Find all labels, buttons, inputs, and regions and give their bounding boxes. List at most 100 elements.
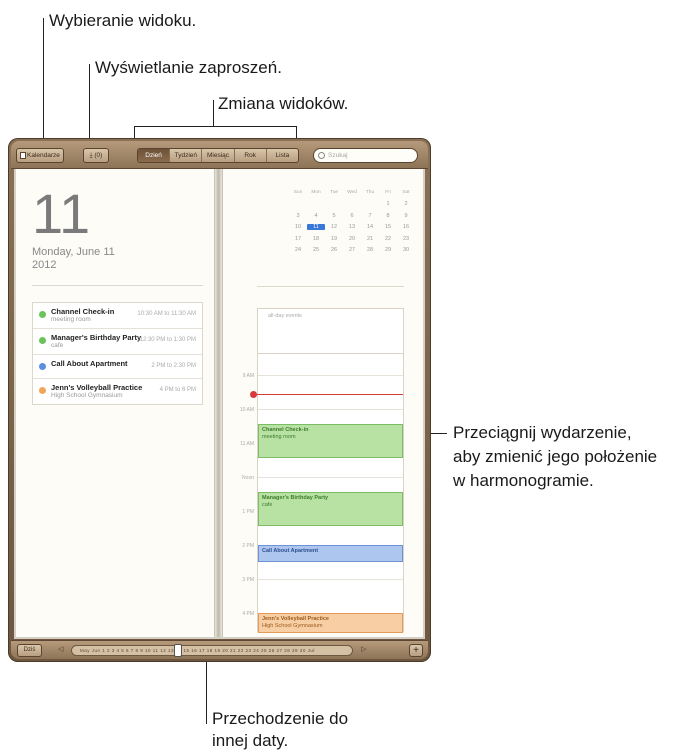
mini-calendar-week: 12 (289, 199, 415, 211)
mini-calendar-day[interactable]: 9 (397, 213, 415, 219)
mini-calendar-day[interactable]: 3 (289, 213, 307, 219)
tab-month[interactable]: Miesiąc (202, 149, 235, 162)
weekday-header: Sun (293, 190, 303, 196)
search-input[interactable]: Szukaj (313, 148, 418, 163)
view-switcher: Dzień Tydzień Miesiąc Rok Lista (137, 148, 299, 163)
mini-calendar-weeks: 1 2 3 4 5 6 7 8 9 10 11 12 13 14 15 16 17 18 19 20 21 22 23 24 2… (289, 199, 415, 257)
hour-label: 9 AM (242, 373, 254, 379)
tab-list[interactable]: Lista (267, 149, 298, 162)
event-item-volleyball-practice[interactable]: Jenn's Volleyball Practice High School G… (33, 379, 202, 404)
mini-calendar-day[interactable]: 5 (325, 213, 343, 219)
date-scrubber-handle[interactable] (174, 644, 182, 657)
callout-line-change-views-stem (213, 100, 214, 126)
mini-calendar-day[interactable]: 19 (325, 236, 343, 242)
event-subtitle: meeting room (51, 316, 91, 323)
mini-calendar-day[interactable]: 1 (379, 201, 397, 207)
mini-calendar-day[interactable]: 15 (379, 224, 397, 230)
today-button[interactable]: Dziś (17, 644, 42, 657)
mini-calendar-day[interactable]: 29 (379, 247, 397, 253)
mini-calendar-day[interactable]: 16 (397, 224, 415, 230)
current-time-marker (250, 391, 257, 398)
day-number: 11 (32, 182, 91, 245)
callout-go-date-1: Przechodzenie do (212, 709, 349, 728)
invitations-button[interactable]: ⤓ (0) (83, 148, 109, 163)
callout-line-choose-view (43, 18, 44, 144)
event-time: 2 PM to 2:30 PM (151, 363, 196, 369)
callout-drag-event-3: w harmonogramie. (453, 471, 594, 490)
weekday-header: Mon (311, 190, 321, 196)
mini-calendar-day[interactable]: 11 (307, 224, 325, 231)
event-title: Channel Check-in (51, 307, 115, 316)
event-block-call-about-apartment[interactable]: Call About Apartment (258, 545, 403, 562)
mini-calendar-day[interactable]: 8 (379, 213, 397, 219)
event-block-title: Channel Check-in (262, 427, 309, 433)
search-placeholder: Szukaj (328, 152, 348, 159)
right-page: Sun Mon Tue Wed Thu Fri Sat 1 2 3 4 5 6 7 8 9 10 1… (222, 169, 423, 637)
callout-line-change-views-bar (134, 126, 296, 127)
event-block-volleyball-practice[interactable]: Jenn's Volleyball Practice High School G… (258, 613, 403, 633)
search-icon (318, 152, 325, 159)
mini-calendar-week: 17 18 19 20 21 22 23 (289, 233, 415, 245)
mini-calendar-day[interactable]: 2 (397, 201, 415, 207)
weekday-header: Wed (347, 190, 357, 196)
callout-change-views: Zmiana widoków. (218, 94, 349, 113)
event-block-subtitle: High School Gymnasium (262, 623, 323, 629)
callout-choose-view: Wybieranie widoku. (49, 11, 197, 30)
book-spine (215, 169, 222, 637)
mini-calendar-day[interactable]: 13 (343, 224, 361, 230)
day-year: 2012 (32, 259, 57, 271)
current-time-line (254, 394, 403, 395)
tab-week[interactable]: Tydzień (170, 149, 203, 162)
calendars-button[interactable]: Kalendarze (16, 148, 64, 163)
mini-calendar-day[interactable]: 26 (325, 247, 343, 253)
callout-go-date-2: innej daty. (212, 731, 289, 750)
event-block-channel-check-in[interactable]: Channel Check-in meeting room (258, 424, 403, 458)
calendar-book: 11 Monday, June 11 2012 Channel Check-in… (14, 169, 425, 639)
event-block-title: Manager's Birthday Party (262, 495, 329, 501)
mini-calendar-day[interactable]: 18 (307, 236, 325, 242)
event-title: Call About Apartment (51, 359, 128, 368)
divider (257, 286, 404, 287)
hour-label: 10 AM (239, 407, 254, 413)
mini-calendar-header: Sun Mon Tue Wed Thu Fri Sat (289, 187, 415, 199)
mini-calendar-day[interactable]: 6 (343, 213, 361, 219)
mini-calendar-day[interactable]: 23 (397, 236, 415, 242)
mini-calendar-day[interactable]: 7 (361, 213, 379, 219)
bottom-bar: Dziś ◁ May Jun 1 2 3 4 5 6 7 8 9 10 11 1… (11, 640, 428, 659)
arrow-left-icon[interactable]: ◁ (58, 645, 63, 653)
date-scrubber[interactable]: May Jun 1 2 3 4 5 6 7 8 9 10 11 12 13 14… (71, 645, 353, 656)
mini-calendar-day[interactable]: 24 (289, 247, 307, 253)
mini-calendar-day[interactable]: 4 (307, 213, 325, 219)
mini-calendar-day[interactable]: 30 (397, 247, 415, 253)
mini-calendar-day[interactable]: 12 (325, 224, 343, 230)
tab-year[interactable]: Rok (235, 149, 267, 162)
toolbar: Kalendarze ⤓ (0) Dzień Tydzień Miesiąc R… (11, 141, 428, 169)
event-item-call-about-apartment[interactable]: Call About Apartment 2 PM to 2:30 PM (33, 355, 202, 379)
event-item-birthday-party[interactable]: Manager's Birthday Party cafe 12:30 PM t… (33, 329, 202, 355)
hour-line (258, 477, 403, 478)
event-color-dot (39, 337, 46, 344)
event-block-birthday-party[interactable]: Manager's Birthday Party cafe (258, 492, 403, 526)
event-color-dot (39, 311, 46, 318)
mini-calendar-day[interactable]: 27 (343, 247, 361, 253)
mini-calendar-day[interactable]: 10 (289, 224, 307, 230)
mini-calendar-day[interactable]: 17 (289, 236, 307, 242)
mini-calendar-day[interactable]: 21 (361, 236, 379, 242)
tab-day[interactable]: Dzień (138, 149, 171, 162)
event-item-channel-check-in[interactable]: Channel Check-in meeting room 10:30 AM t… (33, 303, 202, 329)
event-block-title: Jenn's Volleyball Practice (262, 616, 329, 622)
arrow-right-icon[interactable]: ▷ (361, 645, 366, 653)
weekday-header: Tue (329, 190, 339, 196)
mini-calendar-day[interactable]: 22 (379, 236, 397, 242)
callout-line-go-date (206, 654, 207, 724)
event-title: Jenn's Volleyball Practice (51, 383, 143, 392)
mini-calendar: Sun Mon Tue Wed Thu Fri Sat 1 2 3 4 5 6 7 8 9 10 1… (289, 187, 415, 256)
mini-calendar-day[interactable]: 14 (361, 224, 379, 230)
mini-calendar-day[interactable]: 28 (361, 247, 379, 253)
calendars-label: Kalendarze (27, 152, 60, 159)
add-event-button[interactable]: + (409, 644, 423, 657)
mini-calendar-day[interactable]: 25 (307, 247, 325, 253)
mini-calendar-day[interactable]: 20 (343, 236, 361, 242)
divider (32, 285, 203, 286)
day-timeline: all-day events 9 AM 10 AM 11 AM Noon 1 P… (240, 308, 404, 633)
